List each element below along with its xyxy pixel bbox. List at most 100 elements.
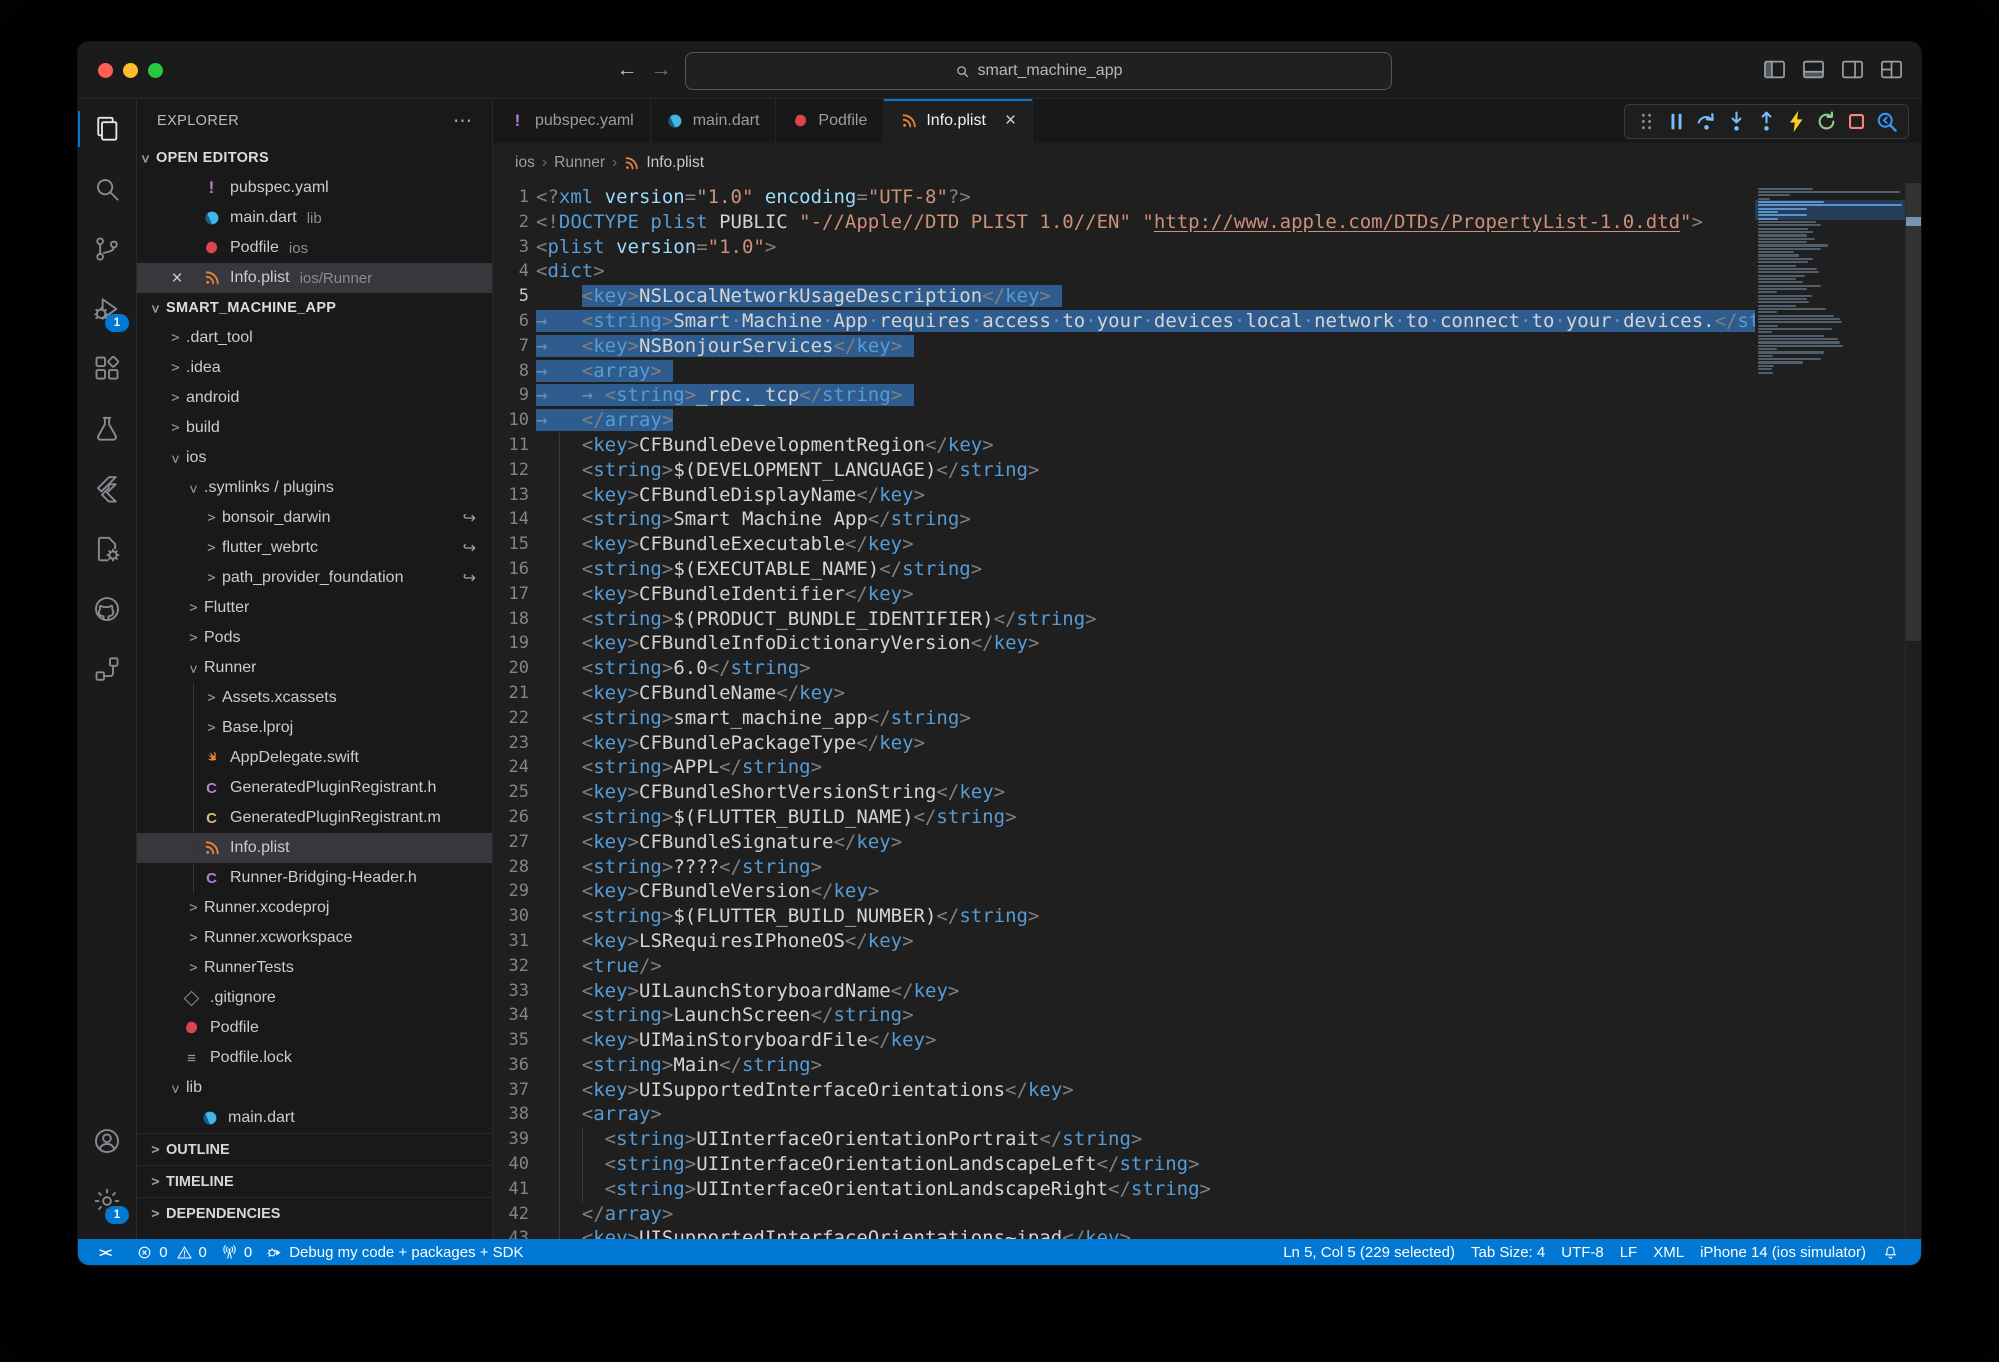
- project-root[interactable]: >SMART_MACHINE_APP: [137, 293, 492, 323]
- navigate-forward-button[interactable]: →: [648, 57, 674, 83]
- minimize-window-button[interactable]: [123, 63, 138, 78]
- code-area[interactable]: 1<?xml version="1.0" encoding="UTF-8"?>2…: [493, 183, 1755, 1239]
- desktop: ← → smart_machine_app 11 EXPLORER ⋯ >OPE…: [0, 0, 1999, 1362]
- inspector-icon[interactable]: [1874, 109, 1899, 134]
- ports[interactable]: 0: [214, 1239, 259, 1265]
- navigate-back-button[interactable]: ←: [614, 57, 640, 83]
- section-outline[interactable]: >OUTLINE: [137, 1133, 492, 1165]
- line-number: 29: [493, 879, 529, 904]
- eol[interactable]: LF: [1612, 1239, 1646, 1265]
- stop-icon[interactable]: [1844, 109, 1869, 134]
- open-editors-header[interactable]: >OPEN EDITORS: [137, 143, 492, 173]
- tree-item-GeneratedPluginRegistrant.m[interactable]: CGeneratedPluginRegistrant.m: [137, 803, 492, 833]
- line-number: 8: [493, 359, 529, 384]
- activity-references[interactable]: [78, 639, 136, 699]
- activity-search[interactable]: [78, 159, 136, 219]
- tree-item-Info.plist[interactable]: Info.plist: [137, 833, 492, 863]
- activity-github[interactable]: [78, 579, 136, 639]
- hot-reload-icon[interactable]: [1784, 109, 1809, 134]
- debug-config[interactable]: Debug my code + packages + SDK: [259, 1239, 530, 1265]
- tree-item-Runner.xcworkspace[interactable]: >Runner.xcworkspace: [137, 923, 492, 953]
- tree-item-main.dart[interactable]: main.dart: [137, 1103, 492, 1133]
- activity-run-and-debug[interactable]: 1: [78, 279, 136, 339]
- open-editor-Info.plist[interactable]: ×Info.plistios/Runner: [137, 263, 492, 293]
- activity-project-tools[interactable]: [78, 519, 136, 579]
- activity-flutter[interactable]: [78, 459, 136, 519]
- tab-pubspec.yaml[interactable]: !pubspec.yaml: [493, 99, 651, 143]
- breadcrumb-item[interactable]: Info.plist: [646, 154, 704, 172]
- zoom-window-button[interactable]: [148, 63, 163, 78]
- remote[interactable]: ><: [92, 1239, 129, 1265]
- step-over-icon[interactable]: [1694, 109, 1719, 134]
- activity-explorer[interactable]: [78, 99, 136, 159]
- open-editor-main.dart[interactable]: main.dartlib: [137, 203, 492, 233]
- tree-item-Runner[interactable]: >Runner: [137, 653, 492, 683]
- activity-extensions[interactable]: [78, 339, 136, 399]
- layout-sidebar-left-icon[interactable]: [1761, 56, 1788, 83]
- editor-scrollbar[interactable]: [1905, 183, 1921, 1239]
- indentation[interactable]: Tab Size: 4: [1463, 1239, 1553, 1265]
- status-warnings[interactable]: 0: [169, 1239, 214, 1265]
- language-mode[interactable]: XML: [1645, 1239, 1692, 1265]
- breadcrumb[interactable]: ios›Runner›Info.plist: [493, 143, 1921, 183]
- tree-item-Runner.xcodeproj[interactable]: >Runner.xcodeproj: [137, 893, 492, 923]
- tree-item-.symlinks / plugins[interactable]: >.symlinks / plugins: [137, 473, 492, 503]
- header-file-icon: C: [206, 870, 217, 887]
- activity-settings[interactable]: 1: [78, 1171, 136, 1231]
- code-line: 18 <string>$(PRODUCT_BUNDLE_IDENTIFIER)<…: [493, 607, 1755, 632]
- open-editor-pubspec.yaml[interactable]: !pubspec.yaml: [137, 173, 492, 203]
- tree-item-Runner-Bridging-Header.h[interactable]: CRunner-Bridging-Header.h: [137, 863, 492, 893]
- restart-icon[interactable]: [1814, 109, 1839, 134]
- tree-item-Base.lproj[interactable]: >Base.lproj: [137, 713, 492, 743]
- tab-Podfile[interactable]: Podfile: [776, 99, 884, 143]
- tree-item-Assets.xcassets[interactable]: >Assets.xcassets: [137, 683, 492, 713]
- encoding[interactable]: UTF-8: [1553, 1239, 1612, 1265]
- pause-icon[interactable]: [1664, 109, 1689, 134]
- tree-item-flutter_webrtc[interactable]: >flutter_webrtc↪: [137, 533, 492, 563]
- tab-main.dart[interactable]: main.dart: [651, 99, 777, 143]
- layout-sidebar-right-icon[interactable]: [1839, 56, 1866, 83]
- tree-item-ios[interactable]: >ios: [137, 443, 492, 473]
- tree-item-build[interactable]: >build: [137, 413, 492, 443]
- tree-item-Podfile.lock[interactable]: ≡Podfile.lock: [137, 1043, 492, 1073]
- breadcrumb-item[interactable]: ios: [515, 154, 535, 172]
- tree-item-AppDelegate.swift[interactable]: AppDelegate.swift: [137, 743, 492, 773]
- section-timeline[interactable]: >TIMELINE: [137, 1165, 492, 1197]
- tree-item-android[interactable]: >android: [137, 383, 492, 413]
- close-window-button[interactable]: [98, 63, 113, 78]
- tree-item-Podfile[interactable]: Podfile: [137, 1013, 492, 1043]
- tree-item-.dart_tool[interactable]: >.dart_tool: [137, 323, 492, 353]
- tree-item-path_provider_foundation[interactable]: >path_provider_foundation↪: [137, 563, 492, 593]
- tree-item-.gitignore[interactable]: .gitignore: [137, 983, 492, 1013]
- command-center-search[interactable]: smart_machine_app: [685, 52, 1392, 90]
- tree-item-GeneratedPluginRegistrant.h[interactable]: CGeneratedPluginRegistrant.h: [137, 773, 492, 803]
- tree-item-bonsoir_darwin[interactable]: >bonsoir_darwin↪: [137, 503, 492, 533]
- cursor-position[interactable]: Ln 5, Col 5 (229 selected): [1275, 1239, 1463, 1265]
- device-selector[interactable]: iPhone 14 (ios simulator): [1692, 1239, 1874, 1265]
- minimap[interactable]: [1755, 183, 1905, 1239]
- section-dependencies[interactable]: >DEPENDENCIES: [137, 1197, 492, 1229]
- tree-item-Flutter[interactable]: >Flutter: [137, 593, 492, 623]
- notifications[interactable]: [1874, 1239, 1907, 1265]
- more-actions-icon[interactable]: ⋯: [453, 110, 474, 133]
- tree-item-lib[interactable]: >lib: [137, 1073, 492, 1103]
- tree-item-RunnerTests[interactable]: >RunnerTests: [137, 953, 492, 983]
- close-icon[interactable]: ×: [1005, 113, 1016, 129]
- layout-panel-icon[interactable]: [1800, 56, 1827, 83]
- tab-Info.plist[interactable]: Info.plist×: [884, 99, 1033, 143]
- open-editor-Podfile[interactable]: Podfileios: [137, 233, 492, 263]
- breadcrumb-item[interactable]: Runner: [554, 154, 605, 172]
- tree-item-.idea[interactable]: >.idea: [137, 353, 492, 383]
- step-into-icon[interactable]: [1724, 109, 1749, 134]
- close-icon[interactable]: ×: [167, 269, 187, 288]
- grip-icon[interactable]: [1634, 109, 1659, 134]
- activity-source-control[interactable]: [78, 219, 136, 279]
- activity-testing[interactable]: [78, 399, 136, 459]
- activity-accounts[interactable]: [78, 1111, 136, 1171]
- step-out-icon[interactable]: [1754, 109, 1779, 134]
- code-editor: 1<?xml version="1.0" encoding="UTF-8"?>2…: [493, 183, 1921, 1239]
- status-text: 0: [199, 1244, 207, 1261]
- scrollbar-thumb[interactable]: [1906, 183, 1921, 641]
- layout-customize-icon[interactable]: [1878, 56, 1905, 83]
- tree-item-Pods[interactable]: >Pods: [137, 623, 492, 653]
